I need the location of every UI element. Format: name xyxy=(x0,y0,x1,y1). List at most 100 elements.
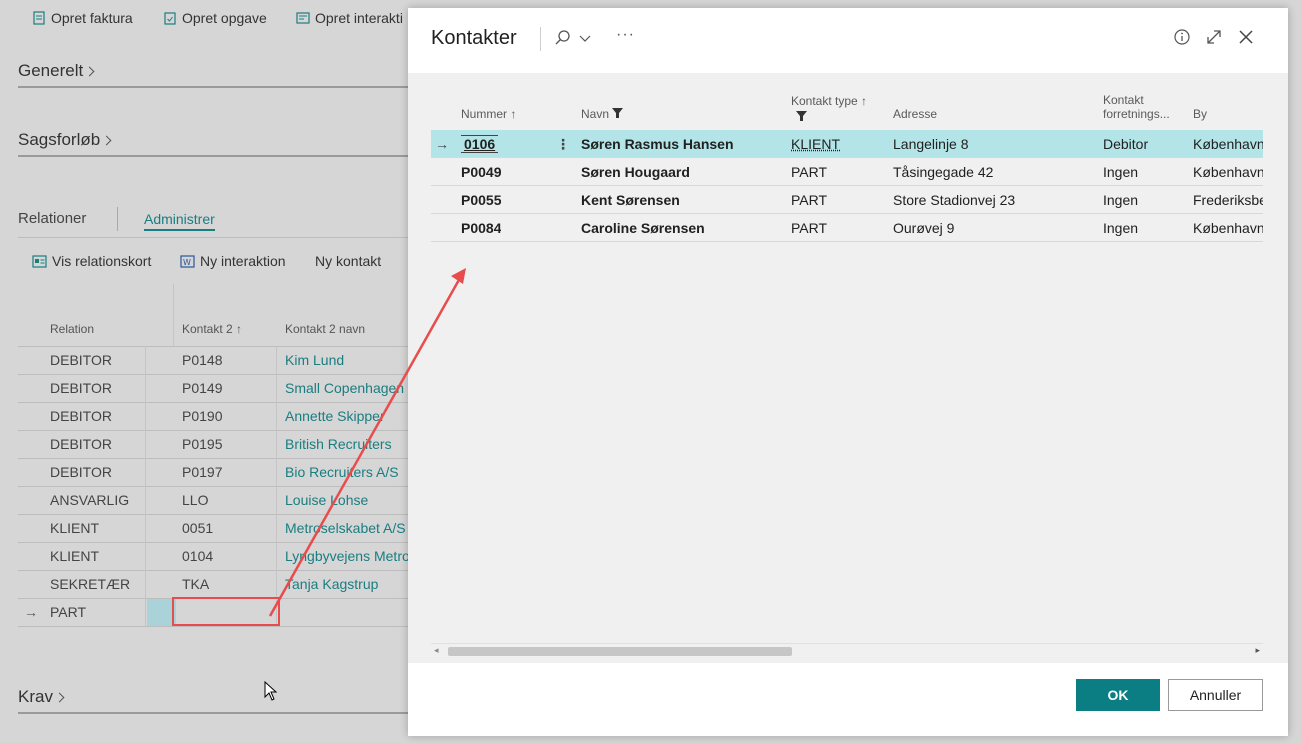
info-icon[interactable] xyxy=(1173,28,1191,46)
kontakt2-cell[interactable]: 0104 xyxy=(176,541,279,570)
kontakt2-cell[interactable]: LLO xyxy=(176,485,279,514)
type-cell[interactable]: KLIENT xyxy=(791,130,840,158)
column-header-adresse[interactable]: Adresse xyxy=(893,107,937,121)
relations-table: Relation Kontakt 2 ↑ Kontakt 2 navn DEBI… xyxy=(18,284,439,627)
adresse-cell[interactable]: Store Stadionvej 23 xyxy=(893,186,1015,214)
adresse-cell[interactable]: Langelinje 8 xyxy=(893,130,969,158)
type-cell[interactable]: PART xyxy=(791,214,827,242)
nummer-cell[interactable]: P0055 xyxy=(461,186,501,214)
forretning-cell[interactable]: Ingen xyxy=(1103,186,1138,214)
new-contact-label: Ny kontakt xyxy=(315,253,382,269)
table-row[interactable]: DEBITOR P0149 Small Copenhagen B xyxy=(18,373,439,402)
table-row[interactable]: KLIENT 0104 Lyngbyvejens Metro xyxy=(18,541,439,570)
more-options-icon[interactable]: ··· xyxy=(616,26,635,44)
row-actions-icon[interactable]: ⋮ xyxy=(556,130,570,158)
filter-icon xyxy=(796,111,807,121)
expand-icon[interactable] xyxy=(1205,28,1223,46)
section-generelt[interactable]: Generelt xyxy=(18,61,95,81)
tab-administrer[interactable]: Administrer xyxy=(144,211,215,231)
nummer-cell[interactable]: P0049 xyxy=(461,158,501,186)
navn-cell[interactable]: Caroline Sørensen xyxy=(581,214,705,242)
navn-cell[interactable]: Søren Hougaard xyxy=(581,158,690,186)
scroll-left-icon[interactable]: ◂ xyxy=(434,645,439,656)
forretning-cell[interactable]: Ingen xyxy=(1103,158,1138,186)
relation-cell[interactable]: ANSVARLIG xyxy=(44,485,147,514)
column-header-navn[interactable]: Navn xyxy=(581,107,624,121)
kontakt2-cell[interactable]: P0149 xyxy=(176,373,279,402)
relation-cell[interactable]: PART xyxy=(44,597,147,627)
section-sagsforloeb[interactable]: Sagsforløb xyxy=(18,130,112,150)
create-invoice-label: Opret faktura xyxy=(51,10,133,26)
chevron-down-icon[interactable] xyxy=(578,33,592,43)
column-header-relation[interactable]: Relation xyxy=(44,284,147,346)
kontakt2-cell[interactable]: TKA xyxy=(176,569,279,598)
table-row[interactable]: ANSVARLIG LLO Louise Lohse xyxy=(18,485,439,514)
dialog-footer: OK Annuller xyxy=(408,663,1288,736)
type-cell[interactable]: PART xyxy=(791,158,827,186)
new-interaction-action[interactable]: W Ny interaktion xyxy=(180,253,286,269)
adresse-cell[interactable]: Tåsingegade 42 xyxy=(893,158,993,186)
relation-cell[interactable]: DEBITOR xyxy=(44,429,147,458)
relation-cell[interactable]: DEBITOR xyxy=(44,345,147,374)
create-task-action[interactable]: Opret opgave xyxy=(163,10,267,26)
relation-cell[interactable]: DEBITOR xyxy=(44,401,147,430)
relation-cell[interactable]: KLIENT xyxy=(44,513,147,542)
nummer-cell[interactable]: P0084 xyxy=(461,214,501,242)
cancel-button[interactable]: Annuller xyxy=(1168,679,1263,711)
new-contact-action[interactable]: Ny kontakt xyxy=(315,253,381,269)
relation-cell[interactable]: DEBITOR xyxy=(44,457,147,486)
section-krav[interactable]: Krav xyxy=(18,687,65,707)
kontakt2-cell[interactable]: P0197 xyxy=(176,457,279,486)
adresse-cell[interactable]: Ourøvej 9 xyxy=(893,214,954,242)
create-interaction-label: Opret interakti xyxy=(315,10,403,26)
column-header-forretningsforbindelse[interactable]: Kontakt forretnings... xyxy=(1103,93,1170,121)
column-header-kontakt-type[interactable]: Kontakt type ↑ xyxy=(791,94,867,124)
show-relation-card-action[interactable]: Vis relationskort xyxy=(32,253,151,269)
navn-cell[interactable]: Søren Rasmus Hansen xyxy=(581,130,734,158)
table-row[interactable]: P0084 Caroline Sørensen PART Ourøvej 9 I… xyxy=(431,214,1263,242)
search-icon[interactable] xyxy=(554,29,572,47)
forretning-cell[interactable]: Ingen xyxy=(1103,214,1138,242)
sort-ascending-icon: ↑ xyxy=(857,94,868,108)
navn-cell[interactable]: Kent Sørensen xyxy=(581,186,680,214)
by-cell[interactable]: Frederiksbe xyxy=(1193,186,1263,214)
kontakt2-cell[interactable]: P0148 xyxy=(176,345,279,374)
relation-cell[interactable]: KLIENT xyxy=(44,541,147,570)
by-cell[interactable]: København xyxy=(1193,130,1263,158)
relation-cell[interactable]: SEKRETÆR xyxy=(44,569,147,598)
by-cell[interactable]: København xyxy=(1193,214,1263,242)
svg-text:W: W xyxy=(183,258,191,267)
kontakt2-cell[interactable]: 0051 xyxy=(176,513,279,542)
column-header-nummer[interactable]: Nummer ↑ xyxy=(461,107,516,121)
annotation-highlight-box xyxy=(172,597,280,626)
relation-cell[interactable]: DEBITOR xyxy=(44,373,147,402)
close-icon[interactable] xyxy=(1237,28,1255,46)
scrollbar-thumb[interactable] xyxy=(448,647,792,656)
kontakt2-cell[interactable]: P0195 xyxy=(176,429,279,458)
task-icon xyxy=(164,12,176,25)
column-header-by[interactable]: By xyxy=(1193,107,1207,121)
kontakt2-cell[interactable]: P0190 xyxy=(176,401,279,430)
table-row[interactable]: KLIENT 0051 Metroselskabet A/S xyxy=(18,513,439,542)
column-divider xyxy=(276,346,277,626)
table-row[interactable]: DEBITOR P0197 Bio Recruiters A/S xyxy=(18,457,439,486)
table-row[interactable]: SEKRETÆR TKA Tanja Kagstrup xyxy=(18,569,439,598)
table-row[interactable]: P0055 Kent Sørensen PART Store Stadionve… xyxy=(431,186,1263,214)
card-icon xyxy=(32,254,47,268)
type-cell[interactable]: PART xyxy=(791,186,827,214)
table-row[interactable]: DEBITOR P0190 Annette Skipper xyxy=(18,401,439,430)
create-interaction-action[interactable]: Opret interakti xyxy=(296,10,403,26)
scroll-right-icon[interactable]: ▸ xyxy=(1255,645,1260,656)
nummer-cell[interactable]: 0106 xyxy=(461,130,499,158)
table-row[interactable]: DEBITOR P0148 Kim Lund xyxy=(18,345,439,374)
by-cell[interactable]: København xyxy=(1193,158,1263,186)
interaction-icon xyxy=(296,12,310,24)
table-row-selected[interactable]: → 0106 ⋮ Søren Rasmus Hansen KLIENT Lang… xyxy=(431,130,1263,158)
horizontal-scrollbar[interactable]: ◂ ▸ xyxy=(431,643,1263,657)
table-row[interactable]: DEBITOR P0195 British Recruiters xyxy=(18,429,439,458)
column-header-kontakt2[interactable]: Kontakt 2 ↑ xyxy=(176,284,279,346)
forretning-cell[interactable]: Debitor xyxy=(1103,130,1148,158)
table-row[interactable]: P0049 Søren Hougaard PART Tåsingegade 42… xyxy=(431,158,1263,186)
create-invoice-action[interactable]: Opret faktura xyxy=(32,10,133,26)
ok-button[interactable]: OK xyxy=(1076,679,1160,711)
